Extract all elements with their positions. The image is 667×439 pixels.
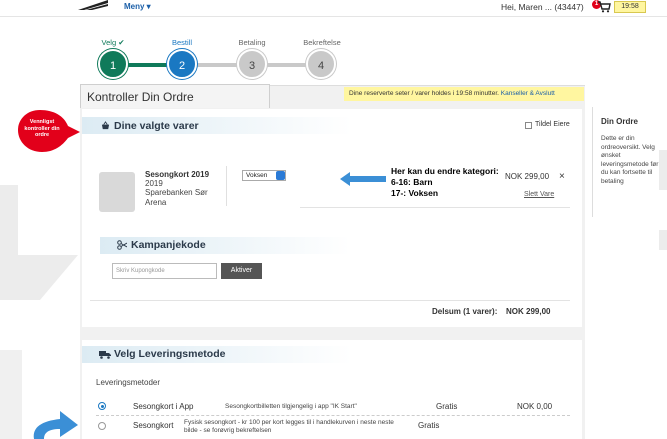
page-title: Kontroller Din Ordre	[87, 90, 194, 104]
campaign-section-title: Kampanjekode	[131, 239, 206, 251]
divider	[96, 415, 570, 416]
sidebar-text: Dette er din ordreoversikt. Velg ønsket …	[601, 135, 659, 185]
truck-icon	[99, 351, 111, 359]
brand-logo[interactable]	[78, 0, 108, 10]
step-label-velg: Velg ✔	[101, 38, 125, 47]
items-section-title: Dine valgte varer	[114, 120, 199, 132]
ticket-thumbnail	[99, 172, 135, 212]
gift-checkbox[interactable]	[525, 122, 532, 129]
ticket-type-value: Voksen	[246, 172, 268, 179]
step-label-bestill: Bestill	[171, 38, 192, 47]
menu-button[interactable]: Meny ▾	[124, 2, 151, 11]
divider	[90, 300, 570, 301]
reservation-notice: Dine reserverte seter / varer holdes i 1…	[344, 87, 584, 101]
select-arrow-icon[interactable]	[276, 171, 285, 180]
activate-coupon-button[interactable]: Aktiver	[221, 263, 262, 279]
order-sidebar: Din Ordre Dette er din ordreoversikt. Ve…	[592, 107, 660, 217]
callout-text: Vennligst kontroller din ordre	[24, 119, 60, 138]
delivery-option-name: Sesongkort i App	[133, 402, 194, 411]
step-label-betaling: Betaling	[238, 38, 266, 47]
user-account-label[interactable]: Hei, Maren ... (43447)	[501, 2, 584, 12]
delivery-option-desc: Sesongkortbilletten tilgjengelig i app "…	[225, 403, 357, 410]
cart-icon[interactable]	[597, 0, 611, 13]
step-label-bekreftelse: Bekreftelse	[303, 38, 341, 47]
step-1[interactable]: 1	[98, 49, 128, 79]
delivery-subtitle: Leveringsmetoder	[96, 378, 161, 387]
delivery-option-fee: Gratis	[418, 421, 440, 430]
background-decoration	[0, 185, 78, 439]
page-title-tab: Kontroller Din Ordre	[80, 84, 270, 108]
delivery-radio-app[interactable]	[98, 402, 106, 410]
item-venue: Sparebanken Sør Arena	[145, 188, 208, 207]
subtotal-label: Delsum (1 varer):	[432, 307, 498, 316]
top-bar: Meny ▾ Hei, Maren ... (43447) 1 19:58	[0, 0, 667, 17]
category-annotation: Her kan du endre kategori: 6-16: Barn 17…	[391, 166, 499, 199]
annotation-line-3: 17-: Voksen	[391, 188, 439, 198]
item-name: Sesongkort 2019	[145, 170, 210, 179]
arrow-decoration	[33, 411, 78, 439]
delivery-option-fee: Gratis	[436, 402, 458, 411]
cancel-link[interactable]: Kanseller & Avslutt	[501, 90, 555, 97]
annotation-line-1: Her kan du endre kategori:	[391, 166, 499, 176]
coupon-input[interactable]: Skriv Kupongkode	[112, 263, 217, 279]
step-2[interactable]: 2	[167, 49, 197, 79]
sidebar-title: Din Ordre	[601, 117, 638, 126]
subtotal-value: NOK 299,00	[506, 307, 551, 316]
remove-item-icon[interactable]: ×	[559, 171, 565, 182]
annotation-line-2: 6-16: Barn	[391, 177, 433, 187]
delivery-option-desc: Fysisk sesongkort - kr 100 per kort legg…	[184, 419, 394, 434]
notice-text: Dine reserverte seter / varer holdes i 1…	[349, 90, 499, 97]
arrow-left-icon	[340, 172, 386, 186]
step-4: 4	[306, 49, 336, 79]
step-3: 3	[237, 49, 267, 79]
gift-label: Tildel Eiere	[535, 121, 570, 128]
delivery-radio-physical[interactable]	[98, 422, 106, 430]
divider	[300, 207, 570, 208]
item-year: 2019	[145, 179, 163, 188]
reservation-timer: 19:58	[614, 1, 646, 13]
basket-icon	[101, 121, 110, 130]
scissors-icon	[117, 240, 127, 250]
divider	[226, 166, 227, 206]
item-price: NOK 299,00	[505, 172, 550, 181]
delivery-section-title: Velg Leveringsmetode	[114, 348, 226, 360]
delivery-option-price: NOK 0,00	[517, 402, 553, 411]
delivery-option-name: Sesongkort	[133, 421, 174, 430]
delete-item-link[interactable]: Slett Vare	[524, 191, 554, 198]
